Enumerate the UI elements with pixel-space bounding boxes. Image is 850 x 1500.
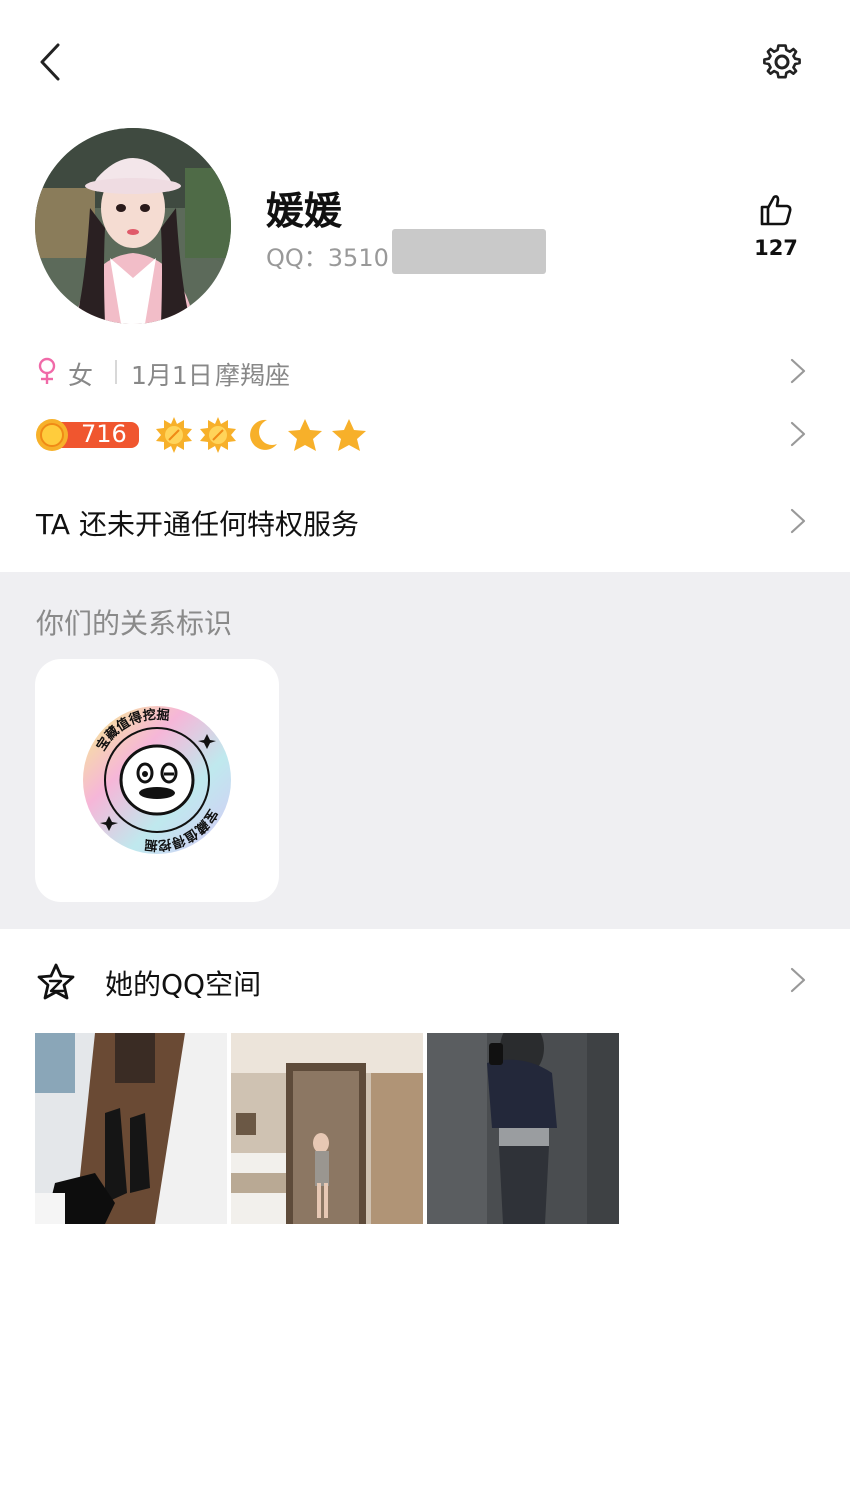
star-outline-icon (37, 963, 75, 1000)
gear-icon (763, 44, 801, 79)
qzone-chevron-icon[interactable] (790, 967, 806, 993)
female-icon (38, 357, 56, 384)
birthday-label: 1月1日 (131, 361, 213, 390)
qq-number: QQ：3510 (266, 238, 389, 273)
qzone-photo[interactable] (231, 1033, 423, 1224)
avatar[interactable] (35, 128, 231, 324)
privilege-row-label[interactable]: TA 还未开通任何特权服务 (36, 503, 359, 543)
relationship-title: 你们的关系标识 (36, 607, 233, 640)
qzone-label[interactable]: 她的QQ空间 (105, 963, 261, 1003)
level-row-chevron-icon[interactable] (790, 421, 806, 447)
level-badge[interactable]: 716 (35, 418, 141, 452)
sun-icon (156, 417, 192, 453)
privilege-row-chevron-icon[interactable] (790, 508, 806, 534)
qzone-photo[interactable] (427, 1033, 619, 1224)
relationship-badge-card[interactable]: 宝藏值得挖掘 宝藏值得挖掘 (35, 659, 279, 902)
info-divider (115, 360, 117, 384)
qq-number-text: QQ：3510 (266, 244, 389, 272)
back-button[interactable] (36, 42, 66, 82)
likes-count[interactable]: 127 (740, 236, 812, 260)
gender-label: 女 (68, 361, 94, 390)
moon-icon (250, 419, 277, 450)
sun-icon (200, 417, 236, 453)
settings-button[interactable] (762, 42, 802, 82)
thumbs-up-icon[interactable] (758, 192, 794, 228)
star-icon (332, 419, 366, 451)
profile-name: 媛媛 (266, 189, 343, 233)
level-score: 716 (81, 420, 127, 448)
qzone-photo[interactable] (35, 1033, 227, 1224)
zodiac-label: 摩羯座 (215, 361, 291, 390)
star-icon (288, 419, 322, 451)
info-row-chevron-icon[interactable] (790, 358, 806, 384)
qq-redaction (392, 229, 546, 274)
